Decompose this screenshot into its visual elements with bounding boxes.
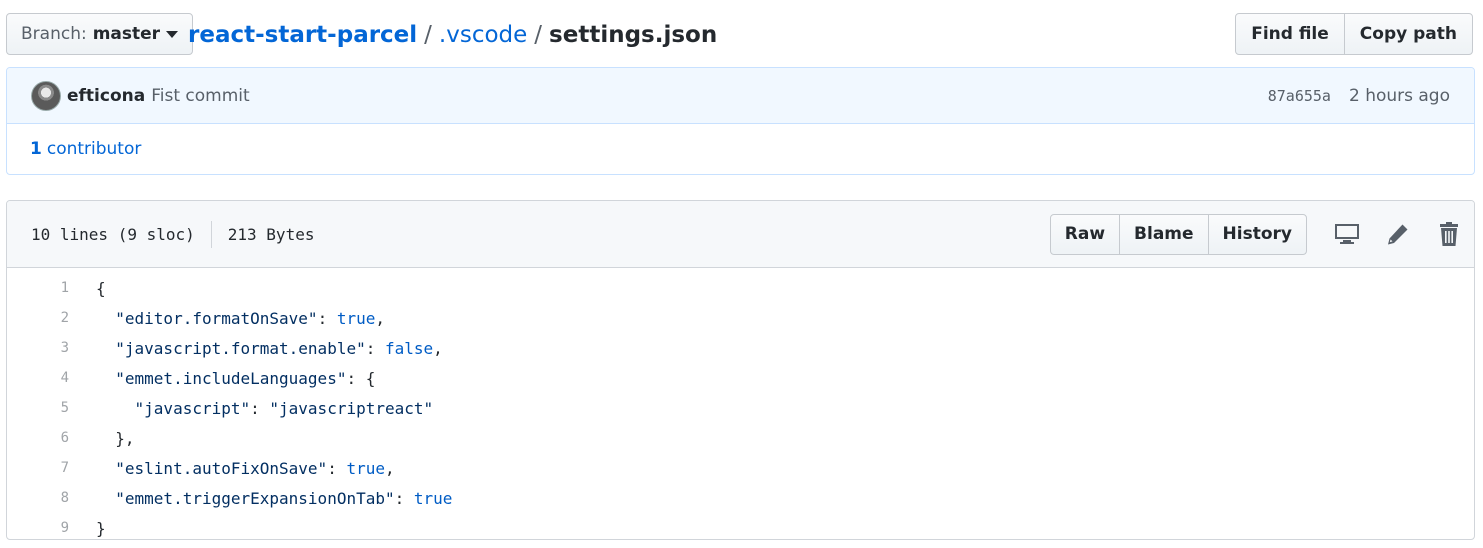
line-number[interactable]: 3 — [7, 340, 69, 356]
line-content: { — [96, 278, 106, 298]
code-line: 4 "emmet.includeLanguages": { — [7, 363, 1474, 393]
breadcrumb-repo-link[interactable]: react-start-parcel — [188, 22, 417, 48]
copy-path-button[interactable]: Copy path — [1343, 13, 1473, 55]
line-content: "emmet.includeLanguages": { — [115, 368, 376, 388]
breadcrumb: react-start-parcel / .vscode / settings.json — [188, 20, 717, 50]
trash-icon — [1439, 222, 1458, 246]
breadcrumb-separator: / — [534, 22, 543, 48]
code-line: 8 "emmet.triggerExpansionOnTab": true — [7, 483, 1474, 513]
file-nav-button-group: Find file Copy path — [1235, 13, 1473, 55]
file-size: 213 Bytes — [227, 224, 315, 244]
code-view: 1{2 "editor.formatOnSave": true, 3 "javas… — [7, 268, 1474, 539]
line-content: "javascript.format.enable": false, — [115, 338, 443, 358]
commit-meta: 87a655a 2 hours ago — [1268, 86, 1450, 106]
line-number[interactable]: 7 — [7, 460, 69, 476]
code-line: 2 "editor.formatOnSave": true, — [7, 303, 1474, 333]
commit-time: 2 hours ago — [1348, 85, 1450, 106]
line-content: "eslint.autoFixOnSave": true, — [115, 458, 395, 478]
line-number[interactable]: 9 — [7, 520, 69, 536]
code-line: 7 "eslint.autoFixOnSave": true, — [7, 453, 1474, 483]
line-number[interactable]: 1 — [7, 280, 69, 296]
breadcrumb-folder-link[interactable]: .vscode — [439, 22, 527, 48]
commit-author-link[interactable]: efticona — [67, 86, 145, 106]
breadcrumb-file-name: settings.json — [549, 22, 718, 48]
desktop-icon — [1334, 224, 1359, 244]
line-content: "emmet.triggerExpansionOnTab": true — [115, 488, 453, 508]
find-file-button[interactable]: Find file — [1235, 13, 1345, 55]
line-content: }, — [96, 428, 135, 448]
file-viewer: 10 lines (9 sloc) 213 Bytes Raw Blame Hi… — [6, 200, 1475, 540]
branch-name: master — [92, 24, 161, 44]
history-button[interactable]: History — [1207, 213, 1307, 255]
raw-button[interactable]: Raw — [1049, 213, 1121, 255]
caret-down-icon — [166, 30, 179, 38]
contributor-count: 1 — [30, 139, 42, 159]
contributor-label: contributor — [46, 139, 142, 159]
branch-selector-button[interactable]: Branch: master — [6, 13, 194, 55]
contributors-link[interactable]: 1 contributor — [7, 124, 1474, 174]
line-content: } — [96, 518, 106, 538]
file-info: 10 lines (9 sloc) 213 Bytes — [31, 220, 315, 248]
file-line-count: 10 lines (9 sloc) — [31, 224, 195, 244]
line-number[interactable]: 4 — [7, 370, 69, 386]
open-desktop-button[interactable] — [1321, 214, 1372, 255]
code-line: 5 "javascript": "javascriptreact" — [7, 393, 1474, 423]
latest-commit-row: efticona Fist commit 87a655a 2 hours ago — [7, 68, 1474, 124]
delete-file-button[interactable] — [1423, 214, 1474, 255]
line-number[interactable]: 6 — [7, 430, 69, 446]
file-view-button-group: Raw Blame History — [1049, 213, 1307, 255]
code-line: 9} — [7, 513, 1474, 539]
line-number[interactable]: 2 — [7, 310, 69, 326]
avatar[interactable] — [31, 80, 61, 111]
line-content: "editor.formatOnSave": true, — [115, 308, 385, 328]
edit-file-button[interactable] — [1372, 214, 1423, 255]
code-line: 1{ — [7, 273, 1474, 303]
file-header: 10 lines (9 sloc) 213 Bytes Raw Blame Hi… — [7, 201, 1474, 268]
breadcrumb-separator: / — [424, 22, 432, 48]
code-line: 3 "javascript.format.enable": false, — [7, 333, 1474, 363]
code-line: 6 }, — [7, 423, 1474, 453]
line-number[interactable]: 8 — [7, 490, 69, 506]
commit-tease: efticona Fist commit 87a655a 2 hours ago… — [6, 67, 1475, 175]
file-info-divider — [210, 220, 212, 248]
blame-button[interactable]: Blame — [1119, 213, 1209, 255]
pencil-icon — [1387, 224, 1407, 245]
commit-sha-link[interactable]: 87a655a — [1268, 87, 1331, 105]
line-content: "javascript": "javascriptreact" — [134, 398, 434, 418]
line-number[interactable]: 5 — [7, 400, 69, 416]
commit-message-link[interactable]: Fist commit — [151, 86, 249, 106]
branch-label: Branch: — [21, 24, 87, 44]
file-actions: Raw Blame History — [1049, 213, 1474, 255]
